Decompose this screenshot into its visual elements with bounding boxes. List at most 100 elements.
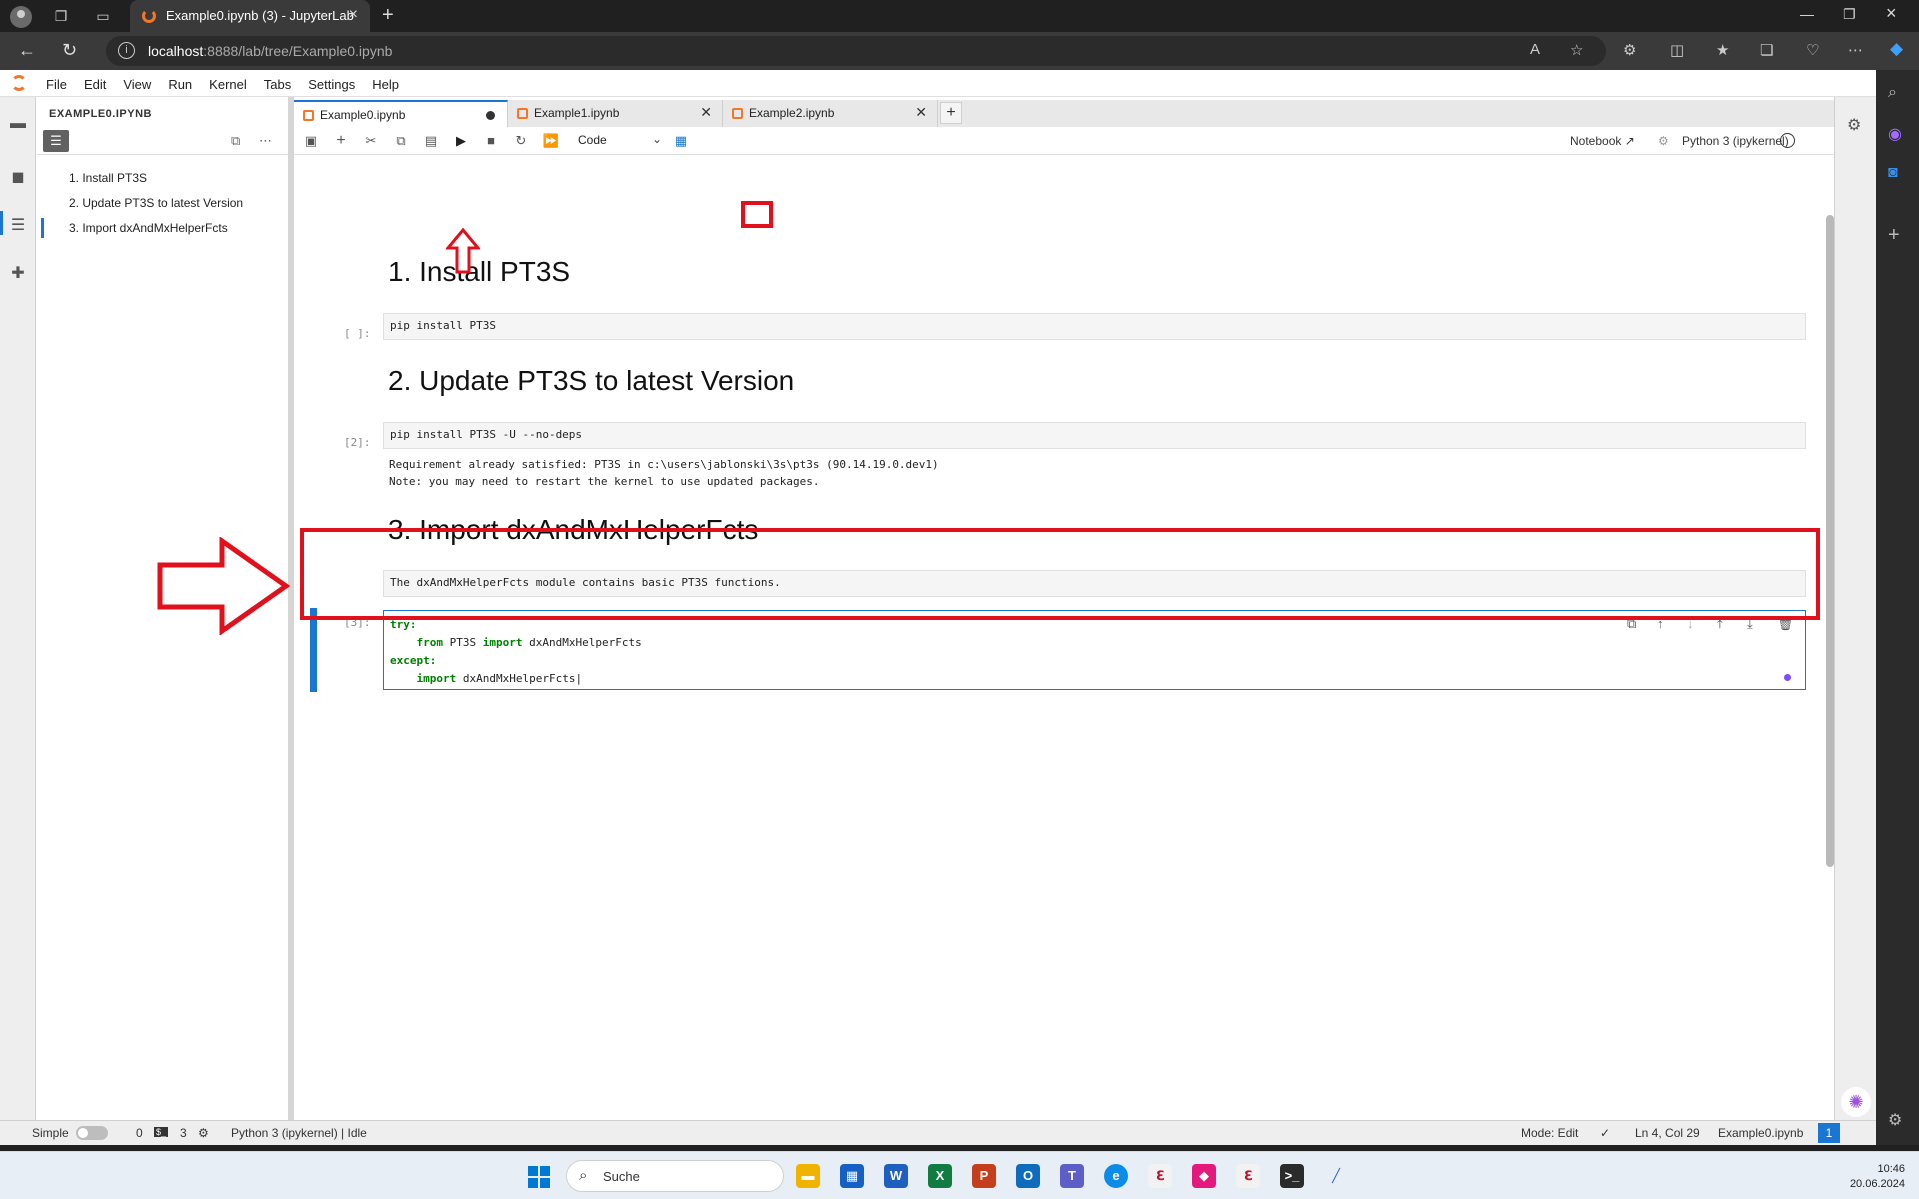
menu-help[interactable]: Help xyxy=(372,77,399,92)
profile-avatar[interactable] xyxy=(10,6,32,28)
extension-manager-icon[interactable]: ✚ xyxy=(9,263,27,282)
powerpoint-icon[interactable]: P xyxy=(972,1164,996,1188)
kernel-status[interactable]: Python 3 (ipykernel) | Idle xyxy=(231,1126,367,1140)
close-tab-icon[interactable]: × xyxy=(349,6,358,24)
copilot-sidebar-icon[interactable]: ◉ xyxy=(1888,124,1902,144)
paste-icon[interactable]: ▤ xyxy=(422,132,440,150)
edit-mode[interactable]: Mode: Edit xyxy=(1521,1126,1578,1140)
sidebar-settings-icon[interactable]: ⚙ xyxy=(1888,1110,1902,1130)
terminal-app-icon[interactable]: >_ xyxy=(1280,1164,1304,1188)
doc-tab-example0[interactable]: Example0.ipynb xyxy=(294,100,508,127)
menu-view[interactable]: View xyxy=(123,77,151,92)
outlook-app-icon[interactable]: O xyxy=(1016,1164,1040,1188)
open-in-notebook-link[interactable]: Notebook ↗ xyxy=(1570,134,1635,148)
snipping-tool-icon[interactable]: ╱ xyxy=(1324,1164,1348,1188)
back-icon[interactable]: ← xyxy=(18,40,36,60)
menu-tabs[interactable]: Tabs xyxy=(264,77,291,92)
app-pink-icon[interactable]: ◆ xyxy=(1192,1164,1216,1188)
menu-settings[interactable]: Settings xyxy=(308,77,355,92)
terminal-count[interactable]: 0 xyxy=(136,1126,143,1140)
close-icon[interactable]: ✕ xyxy=(700,104,712,121)
save-icon[interactable]: ▣ xyxy=(302,132,320,150)
url-bar[interactable]: i localhost:8888/lab/tree/Example0.ipynb xyxy=(106,36,1606,66)
run-icon[interactable]: ▶ xyxy=(452,132,470,150)
toc-item[interactable]: 3. Import dxAndMxHelperFcts xyxy=(69,221,228,235)
restart-icon[interactable]: ↻ xyxy=(512,132,530,150)
menu-run[interactable]: Run xyxy=(168,77,192,92)
more-menu-icon[interactable]: ⋯ xyxy=(1848,41,1863,59)
url-text[interactable]: localhost:8888/lab/tree/Example0.ipynb xyxy=(148,43,392,59)
code-cell-2[interactable]: pip install PT3S -U --no-deps xyxy=(383,422,1806,449)
trusted-icon[interactable]: ✓ xyxy=(1600,1126,1610,1140)
minimize-icon[interactable]: — xyxy=(1800,6,1814,22)
browser-essentials-icon[interactable]: ♡ xyxy=(1806,41,1819,59)
kernel-name[interactable]: Python 3 (ipykernel) xyxy=(1682,134,1789,148)
cut-icon[interactable]: ✂ xyxy=(362,132,380,150)
table-of-contents-icon[interactable]: ☰ xyxy=(9,215,27,234)
edge-icon[interactable]: e xyxy=(1104,1164,1128,1188)
windows-start-icon[interactable] xyxy=(528,1166,550,1188)
reload-icon[interactable]: ↻ xyxy=(62,40,77,60)
excel-icon[interactable]: X xyxy=(928,1164,952,1188)
toc-more-icon[interactable]: ⋯ xyxy=(259,133,272,149)
read-aloud-icon[interactable]: A xyxy=(1530,41,1540,58)
app-3s-icon[interactable]: ℇ xyxy=(1148,1164,1172,1188)
toc-item[interactable]: 2. Update PT3S to latest Version xyxy=(69,196,243,210)
search-icon: ⌕ xyxy=(579,1167,588,1184)
restart-run-all-icon[interactable]: ⏩ xyxy=(542,132,560,150)
cursor-position[interactable]: Ln 4, Col 29 xyxy=(1635,1126,1700,1140)
code-cell-1[interactable]: pip install PT3S xyxy=(383,313,1806,340)
collections-icon[interactable]: ❏ xyxy=(1760,41,1773,59)
property-inspector-gear-icon[interactable]: ⚙ xyxy=(1847,115,1861,135)
notification-badge[interactable]: 1 xyxy=(1818,1123,1840,1143)
add-tab-icon[interactable]: + xyxy=(940,102,962,124)
restore-icon[interactable]: ❐ xyxy=(1843,6,1856,23)
toc-numbering-icon[interactable]: ☰ xyxy=(43,130,69,152)
insert-cell-icon[interactable]: + xyxy=(332,132,350,150)
kernel-settings-icon[interactable]: ⚙ xyxy=(1658,134,1669,148)
collapse-all-icon[interactable]: ⧉ xyxy=(231,133,240,149)
interrupt-icon[interactable]: ■ xyxy=(482,132,500,150)
menu-edit[interactable]: Edit xyxy=(84,77,106,92)
browser-tab[interactable]: Example0.ipynb (3) - JupyterLab × xyxy=(130,0,370,32)
search-icon[interactable]: ⌕ xyxy=(1888,84,1897,102)
doc-tab-example1[interactable]: Example1.ipynb ✕ xyxy=(508,100,723,127)
add-sidebar-app-icon[interactable]: + xyxy=(1888,224,1900,247)
app-3s-2-icon[interactable]: ℇ xyxy=(1236,1164,1260,1188)
teams-icon[interactable]: T xyxy=(1060,1164,1084,1188)
word-icon[interactable]: W xyxy=(884,1164,908,1188)
file-explorer-icon[interactable]: ▬ xyxy=(796,1164,820,1188)
active-indicator xyxy=(0,211,3,235)
file-browser-icon[interactable]: ▬ xyxy=(9,115,27,133)
close-window-icon[interactable]: × xyxy=(1886,3,1897,24)
simple-mode-toggle[interactable] xyxy=(76,1126,108,1140)
code-module: PT3S xyxy=(449,636,477,649)
unsaved-dot-icon[interactable] xyxy=(486,111,495,120)
kernel-count[interactable]: 3 xyxy=(180,1126,187,1140)
taskbar-search[interactable]: ⌕ Suche xyxy=(566,1160,784,1192)
notebook-scrollbar[interactable] xyxy=(1826,215,1834,867)
menu-file[interactable]: File xyxy=(46,77,67,92)
favorites-icon[interactable]: ★ xyxy=(1716,41,1729,59)
tab-actions-icon[interactable]: ▭ xyxy=(94,7,112,25)
toc-item[interactable]: 1. Install PT3S xyxy=(69,171,147,185)
doc-tab-example2[interactable]: Example2.ipynb ✕ xyxy=(723,100,938,127)
new-tab-icon[interactable]: + xyxy=(382,4,394,27)
close-icon[interactable]: ✕ xyxy=(915,104,927,121)
outlook-icon[interactable]: ◙ xyxy=(1888,164,1898,182)
copy-icon[interactable]: ⧉ xyxy=(392,132,410,150)
workspaces-icon[interactable]: ❐ xyxy=(52,7,70,25)
property-inspector-icon[interactable]: ▦ xyxy=(672,132,690,150)
extensions-icon[interactable]: ⚙ xyxy=(1623,41,1636,59)
taskbar-clock[interactable]: 10:46 20.06.2024 xyxy=(1850,1162,1905,1192)
ai-assistant-icon[interactable]: ✺ xyxy=(1841,1087,1871,1117)
copilot-icon[interactable]: ◆ xyxy=(1890,39,1903,59)
site-info-icon[interactable]: i xyxy=(118,42,135,59)
running-kernels-icon[interactable]: ◼ xyxy=(9,167,27,186)
cell-type-select[interactable]: Code ⌄ xyxy=(578,132,662,147)
split-screen-icon[interactable]: ◫ xyxy=(1670,41,1684,59)
favorite-star-icon[interactable]: ☆ xyxy=(1570,41,1583,59)
store-icon[interactable]: ▦ xyxy=(840,1164,864,1188)
menu-kernel[interactable]: Kernel xyxy=(209,77,247,92)
active-code-cell[interactable]: try: from PT3S import dxAndMxHelperFcts … xyxy=(383,610,1806,690)
